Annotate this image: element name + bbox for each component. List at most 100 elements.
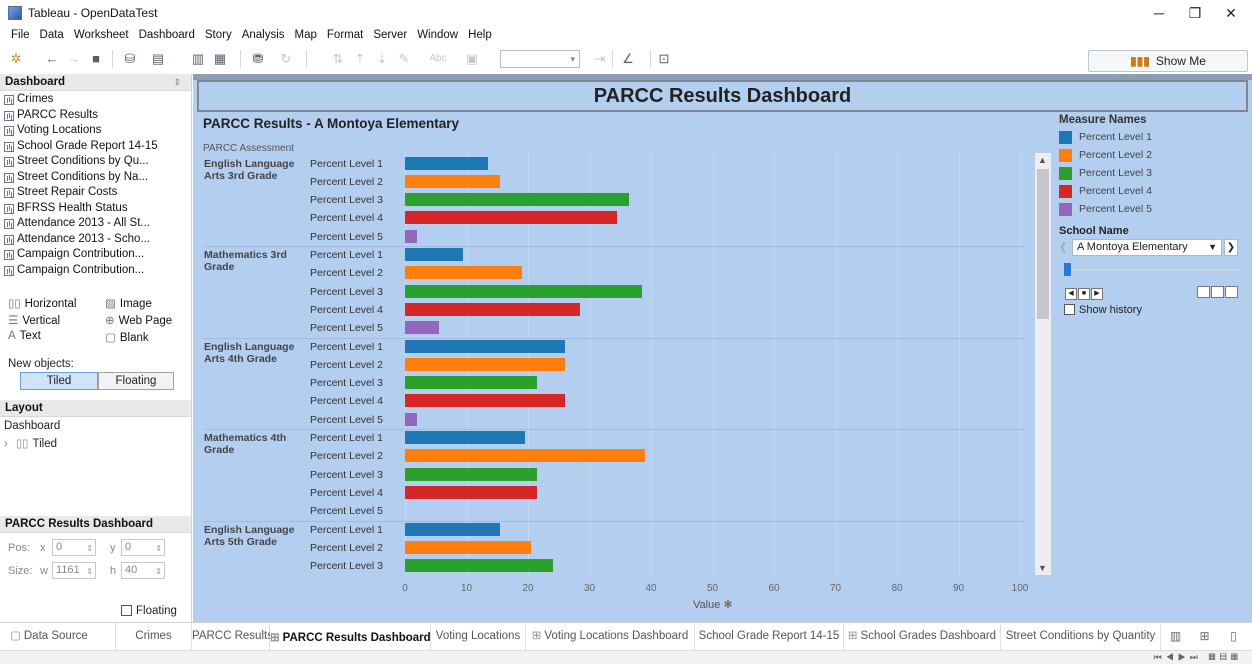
menu-analysis[interactable]: Analysis: [237, 26, 290, 44]
sheet-list-item[interactable]: Attendance 2013 - All St...: [0, 216, 191, 232]
legend-item[interactable]: Percent Level 5: [1059, 202, 1244, 220]
show-me-button[interactable]: ▮▮▮ Show Me: [1088, 50, 1248, 72]
play-forward-icon[interactable]: ▶: [1091, 288, 1103, 300]
pause-updates-icon[interactable]: ⛃: [250, 51, 266, 67]
sheet-list-item[interactable]: Campaign Contribution...: [0, 263, 191, 279]
panel-expand-icon[interactable]: ⇕: [173, 74, 181, 91]
forward-arrow-icon[interactable]: →: [66, 51, 82, 67]
sheet-tab[interactable]: Voting Locations: [431, 623, 526, 650]
new-worksheet-icon[interactable]: ▤: [150, 51, 166, 67]
pos-y-input[interactable]: 0 ⇕: [121, 539, 165, 556]
legend-item[interactable]: Percent Level 3: [1059, 166, 1244, 184]
new-story-tab-icon[interactable]: ▯: [1226, 629, 1241, 644]
pos-x-input[interactable]: 0 ⇕: [52, 539, 96, 556]
filter-slider-handle[interactable]: [1064, 263, 1071, 276]
bar[interactable]: [405, 339, 565, 353]
refresh-icon[interactable]: ↻: [278, 51, 294, 67]
filter-next-button[interactable]: ❯: [1224, 239, 1238, 256]
scrollbar-thumb[interactable]: [1037, 169, 1049, 319]
labels-icon[interactable]: Abc: [424, 51, 452, 67]
object-text[interactable]: A Text: [8, 330, 41, 342]
sheet-tab[interactable]: Crimes: [116, 623, 192, 650]
bar[interactable]: [405, 485, 538, 499]
sheet-tab[interactable]: ⊞ PARCC Results Dashboard: [270, 623, 431, 650]
bar[interactable]: [405, 394, 565, 408]
sheet-tab[interactable]: PARCC Results: [192, 623, 273, 650]
save-icon[interactable]: ■: [88, 51, 104, 67]
sheet-list-item[interactable]: Street Repair Costs: [0, 185, 191, 201]
menu-worksheet[interactable]: Worksheet: [69, 26, 134, 44]
sheet-tab[interactable]: ⊞ School Grades Dashboard: [844, 623, 1001, 650]
bar[interactable]: [405, 266, 522, 280]
bar[interactable]: [405, 412, 418, 426]
back-arrow-icon[interactable]: ←: [44, 51, 60, 67]
legend-item[interactable]: Percent Level 2: [1059, 148, 1244, 166]
size-w-input[interactable]: 1161 ⇕: [52, 562, 96, 579]
bar[interactable]: [405, 193, 630, 207]
layout-tiled-node[interactable]: › ▯▯ Tiled: [4, 436, 57, 450]
bar[interactable]: [405, 540, 532, 554]
bar[interactable]: [405, 174, 501, 188]
presentation-mode-icon[interactable]: ⊡: [656, 51, 672, 67]
bar[interactable]: [405, 357, 565, 371]
school-name-dropdown[interactable]: A Montoya Elementary ▼: [1072, 239, 1222, 256]
bar[interactable]: [405, 431, 525, 444]
sheet-tab[interactable]: Street Conditions by Quantity: [1001, 623, 1161, 650]
sheet-list-item[interactable]: Campaign Contribution...: [0, 247, 191, 263]
show-history-checkbox[interactable]: Show history: [1064, 304, 1142, 316]
menu-help[interactable]: Help: [463, 26, 497, 44]
stop-icon[interactable]: ■: [1078, 288, 1090, 300]
sheet-list-item[interactable]: PARCC Results: [0, 108, 191, 124]
bar[interactable]: [405, 284, 642, 298]
bar[interactable]: [405, 467, 538, 481]
bar[interactable]: [405, 321, 439, 335]
floating-toggle[interactable]: Floating: [98, 372, 174, 390]
sort-ascending-icon[interactable]: ⇡: [352, 51, 368, 67]
chart-scrollbar[interactable]: ▲ ▼: [1035, 153, 1051, 575]
menu-window[interactable]: Window: [412, 26, 463, 44]
sheet-list-item[interactable]: Voting Locations: [0, 123, 191, 139]
bar[interactable]: [405, 522, 501, 536]
play-back-icon[interactable]: ◀: [1065, 288, 1077, 300]
speed-fast-icon[interactable]: [1225, 286, 1238, 298]
new-worksheet-tab-icon[interactable]: ▥: [1168, 629, 1183, 644]
duplicate-sheet-icon[interactable]: ▥: [190, 51, 206, 67]
sheet-list-item[interactable]: Street Conditions by Na...: [0, 170, 191, 186]
object-vertical[interactable]: ☰ Vertical: [8, 313, 60, 327]
menu-data[interactable]: Data: [35, 26, 69, 44]
menu-story[interactable]: Story: [200, 26, 237, 44]
highlight-icon[interactable]: ✎: [396, 51, 412, 67]
menu-server[interactable]: Server: [368, 26, 412, 44]
bar[interactable]: [405, 376, 538, 390]
fit-combo[interactable]: ▾: [500, 50, 580, 68]
sheet-list-item[interactable]: BFRSS Health Status: [0, 201, 191, 217]
bar[interactable]: [405, 211, 618, 225]
object-horizontal[interactable]: ▯▯ Horizontal: [8, 296, 76, 310]
legend-item[interactable]: Percent Level 1: [1059, 130, 1244, 148]
sheet-tab[interactable]: School Grade Report 14-15: [695, 623, 844, 650]
menu-file[interactable]: File: [6, 26, 35, 44]
minimize-button[interactable]: ─: [1144, 3, 1174, 23]
tableau-logo-icon[interactable]: ✲: [8, 51, 24, 67]
sheet-tab[interactable]: ⊞ Voting Locations Dashboard: [526, 623, 695, 650]
bar[interactable]: [405, 248, 464, 261]
filter-slider-track[interactable]: [1064, 269, 1240, 271]
object-image[interactable]: ▨ Image: [105, 296, 152, 310]
menu-dashboard[interactable]: Dashboard: [134, 26, 200, 44]
sheet-list-item[interactable]: Crimes: [0, 92, 191, 108]
bar[interactable]: [405, 559, 553, 573]
sort-descending-icon[interactable]: ⇣: [374, 51, 390, 67]
menu-format[interactable]: Format: [322, 26, 368, 44]
sheet-list-item[interactable]: Attendance 2013 - Scho...: [0, 232, 191, 248]
object-web-page[interactable]: ⊕ Web Page: [105, 313, 172, 327]
annotate-icon[interactable]: ∠: [620, 51, 636, 67]
bar[interactable]: [405, 156, 489, 170]
close-button[interactable]: ✕: [1216, 3, 1246, 23]
speed-slow-icon[interactable]: [1197, 286, 1210, 298]
clear-sheet-icon[interactable]: ▦: [212, 51, 228, 67]
bar[interactable]: [405, 229, 418, 243]
tab-data-source[interactable]: ▢ Data Source: [0, 623, 116, 650]
bar[interactable]: [405, 449, 645, 463]
new-dashboard-tab-icon[interactable]: ⊞: [1197, 629, 1212, 644]
menu-map[interactable]: Map: [290, 26, 322, 44]
